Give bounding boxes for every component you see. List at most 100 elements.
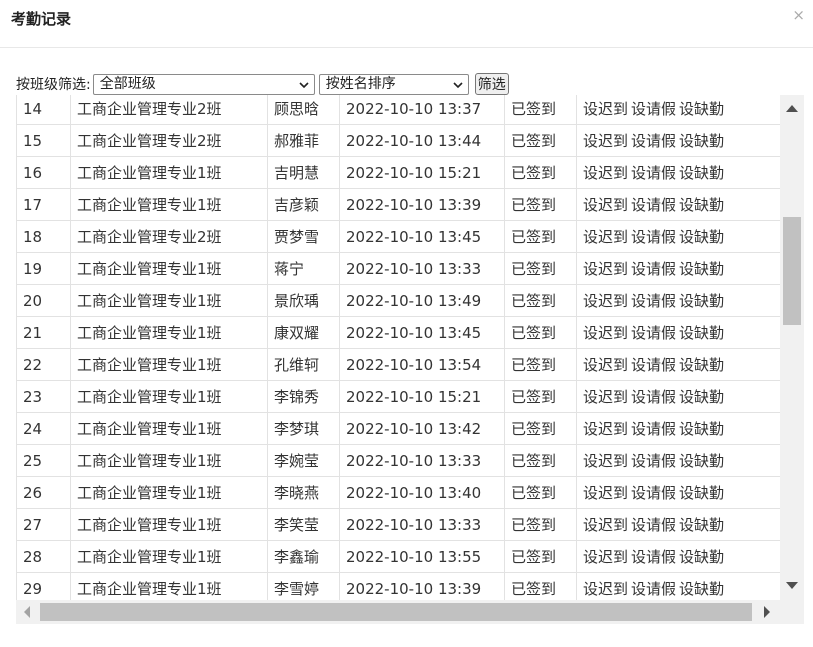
set-late-link[interactable]: 设迟到 [583,420,628,438]
row-student-name: 郝雅菲 [267,124,340,157]
set-absent-link[interactable]: 设缺勤 [679,420,724,438]
set-absent-link[interactable]: 设缺勤 [679,132,724,150]
row-number: 23 [16,380,71,413]
set-leave-link[interactable]: 设请假 [631,292,676,310]
vertical-scroll-thumb[interactable] [783,217,801,325]
table-row: 22 工商企业管理专业1班 孔维轲 2022-10-10 13:54 已签到 设迟到 设请假… [16,348,780,381]
row-student-name: 贾梦雪 [267,220,340,253]
row-student-name: 吉明慧 [267,156,340,189]
table-row: 24 工商企业管理专业1班 李梦琪 2022-10-10 13:42 已签到 设迟到 设请假… [16,412,780,445]
set-late-link[interactable]: 设迟到 [583,228,628,246]
row-actions: 设迟到 设请假 设缺勤 [576,348,780,381]
scroll-right-icon[interactable] [764,606,770,618]
class-filter-select[interactable]: 全部班级 [92,73,315,95]
close-icon[interactable]: × [792,6,805,24]
row-status: 已签到 [504,124,577,157]
set-leave-link[interactable]: 设请假 [631,196,676,214]
set-late-link[interactable]: 设迟到 [583,292,628,310]
horizontal-scrollbar[interactable] [16,600,804,624]
set-leave-link[interactable]: 设请假 [631,548,676,566]
row-actions: 设迟到 设请假 设缺勤 [576,572,780,600]
row-status: 已签到 [504,188,577,221]
set-late-link[interactable]: 设迟到 [583,132,628,150]
row-class: 工商企业管理专业1班 [70,188,268,221]
set-leave-link[interactable]: 设请假 [631,516,676,534]
set-late-link[interactable]: 设迟到 [583,196,628,214]
set-leave-link[interactable]: 设请假 [631,452,676,470]
set-absent-link[interactable]: 设缺勤 [679,388,724,406]
row-status: 已签到 [504,508,577,541]
set-late-link[interactable]: 设迟到 [583,324,628,342]
set-leave-link[interactable]: 设请假 [631,100,676,118]
row-checkin-time: 2022-10-10 13:39 [339,572,505,600]
set-leave-link[interactable]: 设请假 [631,228,676,246]
set-late-link[interactable]: 设迟到 [583,548,628,566]
row-student-name: 李晓燕 [267,476,340,509]
set-absent-link[interactable]: 设缺勤 [679,580,724,598]
set-absent-link[interactable]: 设缺勤 [679,484,724,502]
set-absent-link[interactable]: 设缺勤 [679,452,724,470]
set-leave-link[interactable]: 设请假 [631,484,676,502]
set-absent-link[interactable]: 设缺勤 [679,516,724,534]
set-absent-link[interactable]: 设缺勤 [679,548,724,566]
row-number: 20 [16,284,71,317]
dialog-header: 考勤记录 × [0,0,813,48]
row-status: 已签到 [504,476,577,509]
table-row: 17 工商企业管理专业1班 吉彦颖 2022-10-10 13:39 已签到 设迟到 设请假… [16,188,780,221]
vertical-scrollbar[interactable] [780,95,804,600]
set-leave-link[interactable]: 设请假 [631,260,676,278]
row-class: 工商企业管理专业2班 [70,95,268,125]
row-student-name: 蒋宁 [267,252,340,285]
sort-select[interactable]: 按姓名排序 [318,73,469,95]
row-actions: 设迟到 设请假 设缺勤 [576,316,780,349]
row-class: 工商企业管理专业1班 [70,412,268,445]
row-checkin-time: 2022-10-10 15:21 [339,380,505,413]
horizontal-scroll-thumb[interactable] [40,603,752,621]
set-absent-link[interactable]: 设缺勤 [679,260,724,278]
set-late-link[interactable]: 设迟到 [583,356,628,374]
set-absent-link[interactable]: 设缺勤 [679,164,724,182]
row-status: 已签到 [504,252,577,285]
set-absent-link[interactable]: 设缺勤 [679,228,724,246]
row-checkin-time: 2022-10-10 13:33 [339,444,505,477]
set-leave-link[interactable]: 设请假 [631,356,676,374]
set-absent-link[interactable]: 设缺勤 [679,292,724,310]
row-status: 已签到 [504,412,577,445]
table-row: 26 工商企业管理专业1班 李晓燕 2022-10-10 13:40 已签到 设迟到 设请假… [16,476,780,509]
set-late-link[interactable]: 设迟到 [583,260,628,278]
set-leave-link[interactable]: 设请假 [631,420,676,438]
set-late-link[interactable]: 设迟到 [583,388,628,406]
filter-button[interactable]: 筛选 [474,73,509,95]
set-leave-link[interactable]: 设请假 [631,164,676,182]
table-row: 18 工商企业管理专业2班 贾梦雪 2022-10-10 13:45 已签到 设迟到 设请假… [16,220,780,253]
row-class: 工商企业管理专业1班 [70,540,268,573]
table-row: 21 工商企业管理专业1班 康双耀 2022-10-10 13:45 已签到 设迟到 设请假… [16,316,780,349]
set-late-link[interactable]: 设迟到 [583,516,628,534]
set-leave-link[interactable]: 设请假 [631,324,676,342]
set-absent-link[interactable]: 设缺勤 [679,196,724,214]
scroll-down-icon[interactable] [786,582,798,589]
set-leave-link[interactable]: 设请假 [631,580,676,598]
set-late-link[interactable]: 设迟到 [583,452,628,470]
table-row: 15 工商企业管理专业2班 郝雅菲 2022-10-10 13:44 已签到 设迟到 设请假… [16,124,780,157]
row-checkin-time: 2022-10-10 13:37 [339,95,505,125]
row-checkin-time: 2022-10-10 13:39 [339,188,505,221]
row-actions: 设迟到 设请假 设缺勤 [576,220,780,253]
set-absent-link[interactable]: 设缺勤 [679,100,724,118]
set-late-link[interactable]: 设迟到 [583,100,628,118]
row-number: 26 [16,476,71,509]
set-absent-link[interactable]: 设缺勤 [679,356,724,374]
set-leave-link[interactable]: 设请假 [631,388,676,406]
row-actions: 设迟到 设请假 设缺勤 [576,444,780,477]
set-late-link[interactable]: 设迟到 [583,164,628,182]
set-leave-link[interactable]: 设请假 [631,132,676,150]
scroll-left-icon[interactable] [24,606,30,618]
table-row: 27 工商企业管理专业1班 李笑莹 2022-10-10 13:33 已签到 设迟到 设请假… [16,508,780,541]
row-number: 16 [16,156,71,189]
row-student-name: 顾思晗 [267,95,340,125]
set-late-link[interactable]: 设迟到 [583,580,628,598]
set-absent-link[interactable]: 设缺勤 [679,324,724,342]
row-status: 已签到 [504,220,577,253]
set-late-link[interactable]: 设迟到 [583,484,628,502]
scroll-up-icon[interactable] [786,105,798,112]
